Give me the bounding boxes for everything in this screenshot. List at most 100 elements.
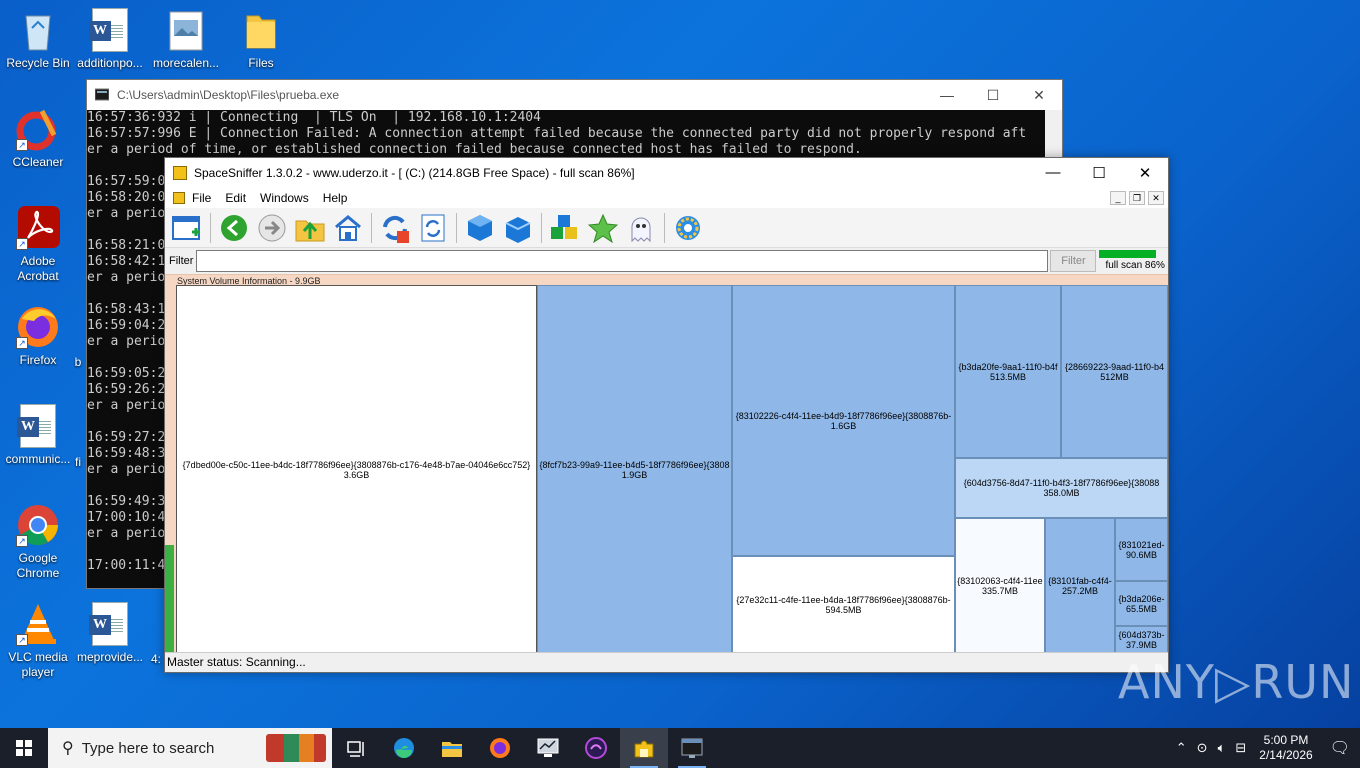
filter-input[interactable]: [196, 250, 1049, 272]
scan-progress: full scan 86%: [1099, 250, 1165, 272]
treemap[interactable]: System Volume Information - 9.9GB {7dbed…: [165, 274, 1168, 654]
chevron-up-icon[interactable]: ⌃: [1176, 740, 1187, 756]
desktop-icon-adobe-acrobat[interactable]: ↗ Adobe Acrobat: [0, 206, 76, 284]
task-view-icon: [347, 741, 364, 757]
toolbar: [165, 208, 1168, 248]
desktop-icon-morecalen[interactable]: morecalen...: [148, 8, 224, 71]
taskbar-purple-app[interactable]: [572, 728, 620, 768]
treemap-tile[interactable]: {604d373b- 37.9MB: [1115, 626, 1168, 654]
close-button[interactable]: ✕: [1122, 164, 1168, 182]
document-icon[interactable]: [173, 192, 185, 204]
notification-icon[interactable]: 🗨︎: [1330, 738, 1350, 758]
maximize-button[interactable]: ☐: [970, 87, 1016, 104]
meet-now-icon[interactable]: ⊙: [1197, 740, 1208, 756]
shortcut-arrow-icon: ↗: [16, 535, 28, 547]
tile-name: {7dbed00e-c50c-11ee-b4dc-18f7786f96ee}{3…: [182, 459, 531, 470]
treemap-tile[interactable]: {7dbed00e-c50c-11ee-b4dc-18f7786f96ee}{3…: [176, 285, 537, 654]
search-highlight-icon: [266, 734, 326, 762]
console-scrollbar[interactable]: [1045, 110, 1062, 158]
menu-edit[interactable]: Edit: [218, 191, 253, 205]
zoom-out-button[interactable]: [501, 211, 535, 245]
maximize-button[interactable]: ☐: [1076, 164, 1122, 182]
refresh-all-button[interactable]: [416, 211, 450, 245]
mdi-close-button[interactable]: ✕: [1148, 191, 1164, 205]
taskbar-file-explorer[interactable]: [428, 728, 476, 768]
treemap-tile[interactable]: {83102063-c4f4-11ee 335.7MB: [955, 518, 1045, 654]
minimize-button[interactable]: —: [924, 87, 970, 104]
star-icon: [588, 213, 618, 243]
mdi-restore-button[interactable]: ❐: [1129, 191, 1145, 205]
desktop-icon-label: Recycle Bin: [6, 56, 70, 70]
system-tray: ⌃ ⊙ 🔈︎ ⊟ 5:00 PM 2/14/2026 🗨︎: [1171, 728, 1360, 768]
treemap-tile[interactable]: {604d3756-8d47-11f0-b4f3-18f7786f96ee}{3…: [955, 458, 1168, 518]
treemap-tile[interactable]: {83102226-c4f4-11ee-b4d9-18f7786f96ee}{3…: [732, 285, 955, 556]
treemap-tile[interactable]: {8fcf7b23-99a9-11ee-b4d5-18f7786f96ee}{3…: [537, 285, 732, 654]
volume-icon[interactable]: 🔈︎: [1218, 740, 1226, 756]
home-button[interactable]: [331, 211, 365, 245]
tile-name: {604d3756-8d47-11f0-b4f3-18f7786f96ee}{3…: [963, 478, 1160, 488]
close-button[interactable]: ✕: [1016, 87, 1062, 104]
menu-file[interactable]: File: [185, 191, 218, 205]
settings-button[interactable]: [671, 211, 705, 245]
desktop-icon-vlc[interactable]: ↗ VLC media player: [0, 602, 76, 680]
console-titlebar[interactable]: C:\Users\admin\Desktop\Files\prueba.exe …: [87, 80, 1062, 110]
colored-blocks-button[interactable]: [548, 211, 582, 245]
menu-windows[interactable]: Windows: [253, 191, 316, 205]
desktop-icon-additionpo[interactable]: W additionpo...: [72, 8, 148, 71]
tile-size: 257.2MB: [1061, 586, 1099, 596]
file-explorer-icon: [442, 742, 462, 757]
tags-button[interactable]: [586, 211, 620, 245]
minimize-button[interactable]: —: [1030, 164, 1076, 182]
treemap-tile[interactable]: {27e32c11-c4fe-11ee-b4da-18f7786f96ee}{3…: [732, 556, 955, 654]
filter-button[interactable]: Filter: [1050, 250, 1097, 272]
shortcut-arrow-icon: ↗: [16, 337, 28, 349]
filter-bar: Filter Filter full scan 86%: [165, 248, 1168, 274]
taskbar-console[interactable]: [668, 728, 716, 768]
desktop-icon-ccleaner[interactable]: ↗ CCleaner: [0, 107, 76, 170]
ghost-icon: [631, 217, 651, 242]
treemap-tile[interactable]: {b3da206e- 65.5MB: [1115, 581, 1168, 626]
refresh-icon: [383, 215, 409, 243]
start-button[interactable]: [0, 728, 48, 768]
taskbar-network-app[interactable]: [524, 728, 572, 768]
taskbar-spacesniffer[interactable]: [620, 728, 668, 768]
purple-circle-app-icon: [585, 737, 607, 759]
word-doc-icon: W: [89, 602, 128, 646]
spacesniffer-window[interactable]: SpaceSniffer 1.3.0.2 - www.uderzo.it - […: [164, 157, 1169, 673]
menu-help[interactable]: Help: [316, 191, 355, 205]
taskbar-edge[interactable]: [380, 728, 428, 768]
desktop-icon-files[interactable]: Files: [223, 8, 299, 71]
console-icon: [681, 738, 703, 758]
treemap-tile[interactable]: {831021ed- 90.6MB: [1115, 518, 1168, 581]
taskbar-search[interactable]: ⚲ Type here to search: [48, 728, 332, 768]
tile-name: {28669223-9aad-11f0-b4: [1065, 361, 1164, 372]
shortcut-arrow-icon: ↗: [16, 238, 28, 250]
taskbar-firefox[interactable]: [476, 728, 524, 768]
tile-name: {604d373b-: [1118, 630, 1165, 640]
treemap-tile[interactable]: {28669223-9aad-11f0-b4 512MB: [1061, 285, 1168, 458]
spacesniffer-titlebar[interactable]: SpaceSniffer 1.3.0.2 - www.uderzo.it - […: [165, 158, 1168, 188]
treemap-tile[interactable]: {83101fab-c4f4- 257.2MB: [1045, 518, 1115, 654]
zoom-in-button[interactable]: [463, 211, 497, 245]
back-button[interactable]: [217, 211, 251, 245]
console-title: C:\Users\admin\Desktop\Files\prueba.exe: [117, 88, 340, 102]
network-icon[interactable]: ⊟: [1235, 740, 1246, 756]
desktop-icon-google-chrome[interactable]: ↗ Google Chrome: [0, 503, 76, 581]
taskbar: ⚲ Type here to search ⌃ ⊙ 🔈︎ ⊟ 5:00 PM 2…: [0, 728, 1360, 768]
shortcut-arrow-icon: ↗: [16, 139, 28, 151]
mdi-minimize-button[interactable]: _: [1110, 191, 1126, 205]
forward-button[interactable]: [255, 211, 289, 245]
tile-size: 335.7MB: [981, 586, 1019, 596]
word-doc-icon: W: [17, 404, 56, 448]
edge-icon: [394, 738, 414, 758]
treemap-tile[interactable]: {b3da20fe-9aa1-11f0-b4f 513.5MB: [955, 285, 1061, 458]
up-folder-button[interactable]: [293, 211, 327, 245]
desktop-icon-recycle-bin[interactable]: Recycle Bin: [0, 8, 76, 71]
clock[interactable]: 5:00 PM 2/14/2026: [1259, 733, 1312, 763]
ghost-button[interactable]: [624, 211, 658, 245]
refresh-button[interactable]: [378, 211, 412, 245]
new-view-button[interactable]: [170, 211, 204, 245]
task-view-button[interactable]: [332, 728, 380, 768]
home-icon: [335, 214, 361, 241]
desktop-icon-label: additionpo...: [77, 56, 143, 70]
